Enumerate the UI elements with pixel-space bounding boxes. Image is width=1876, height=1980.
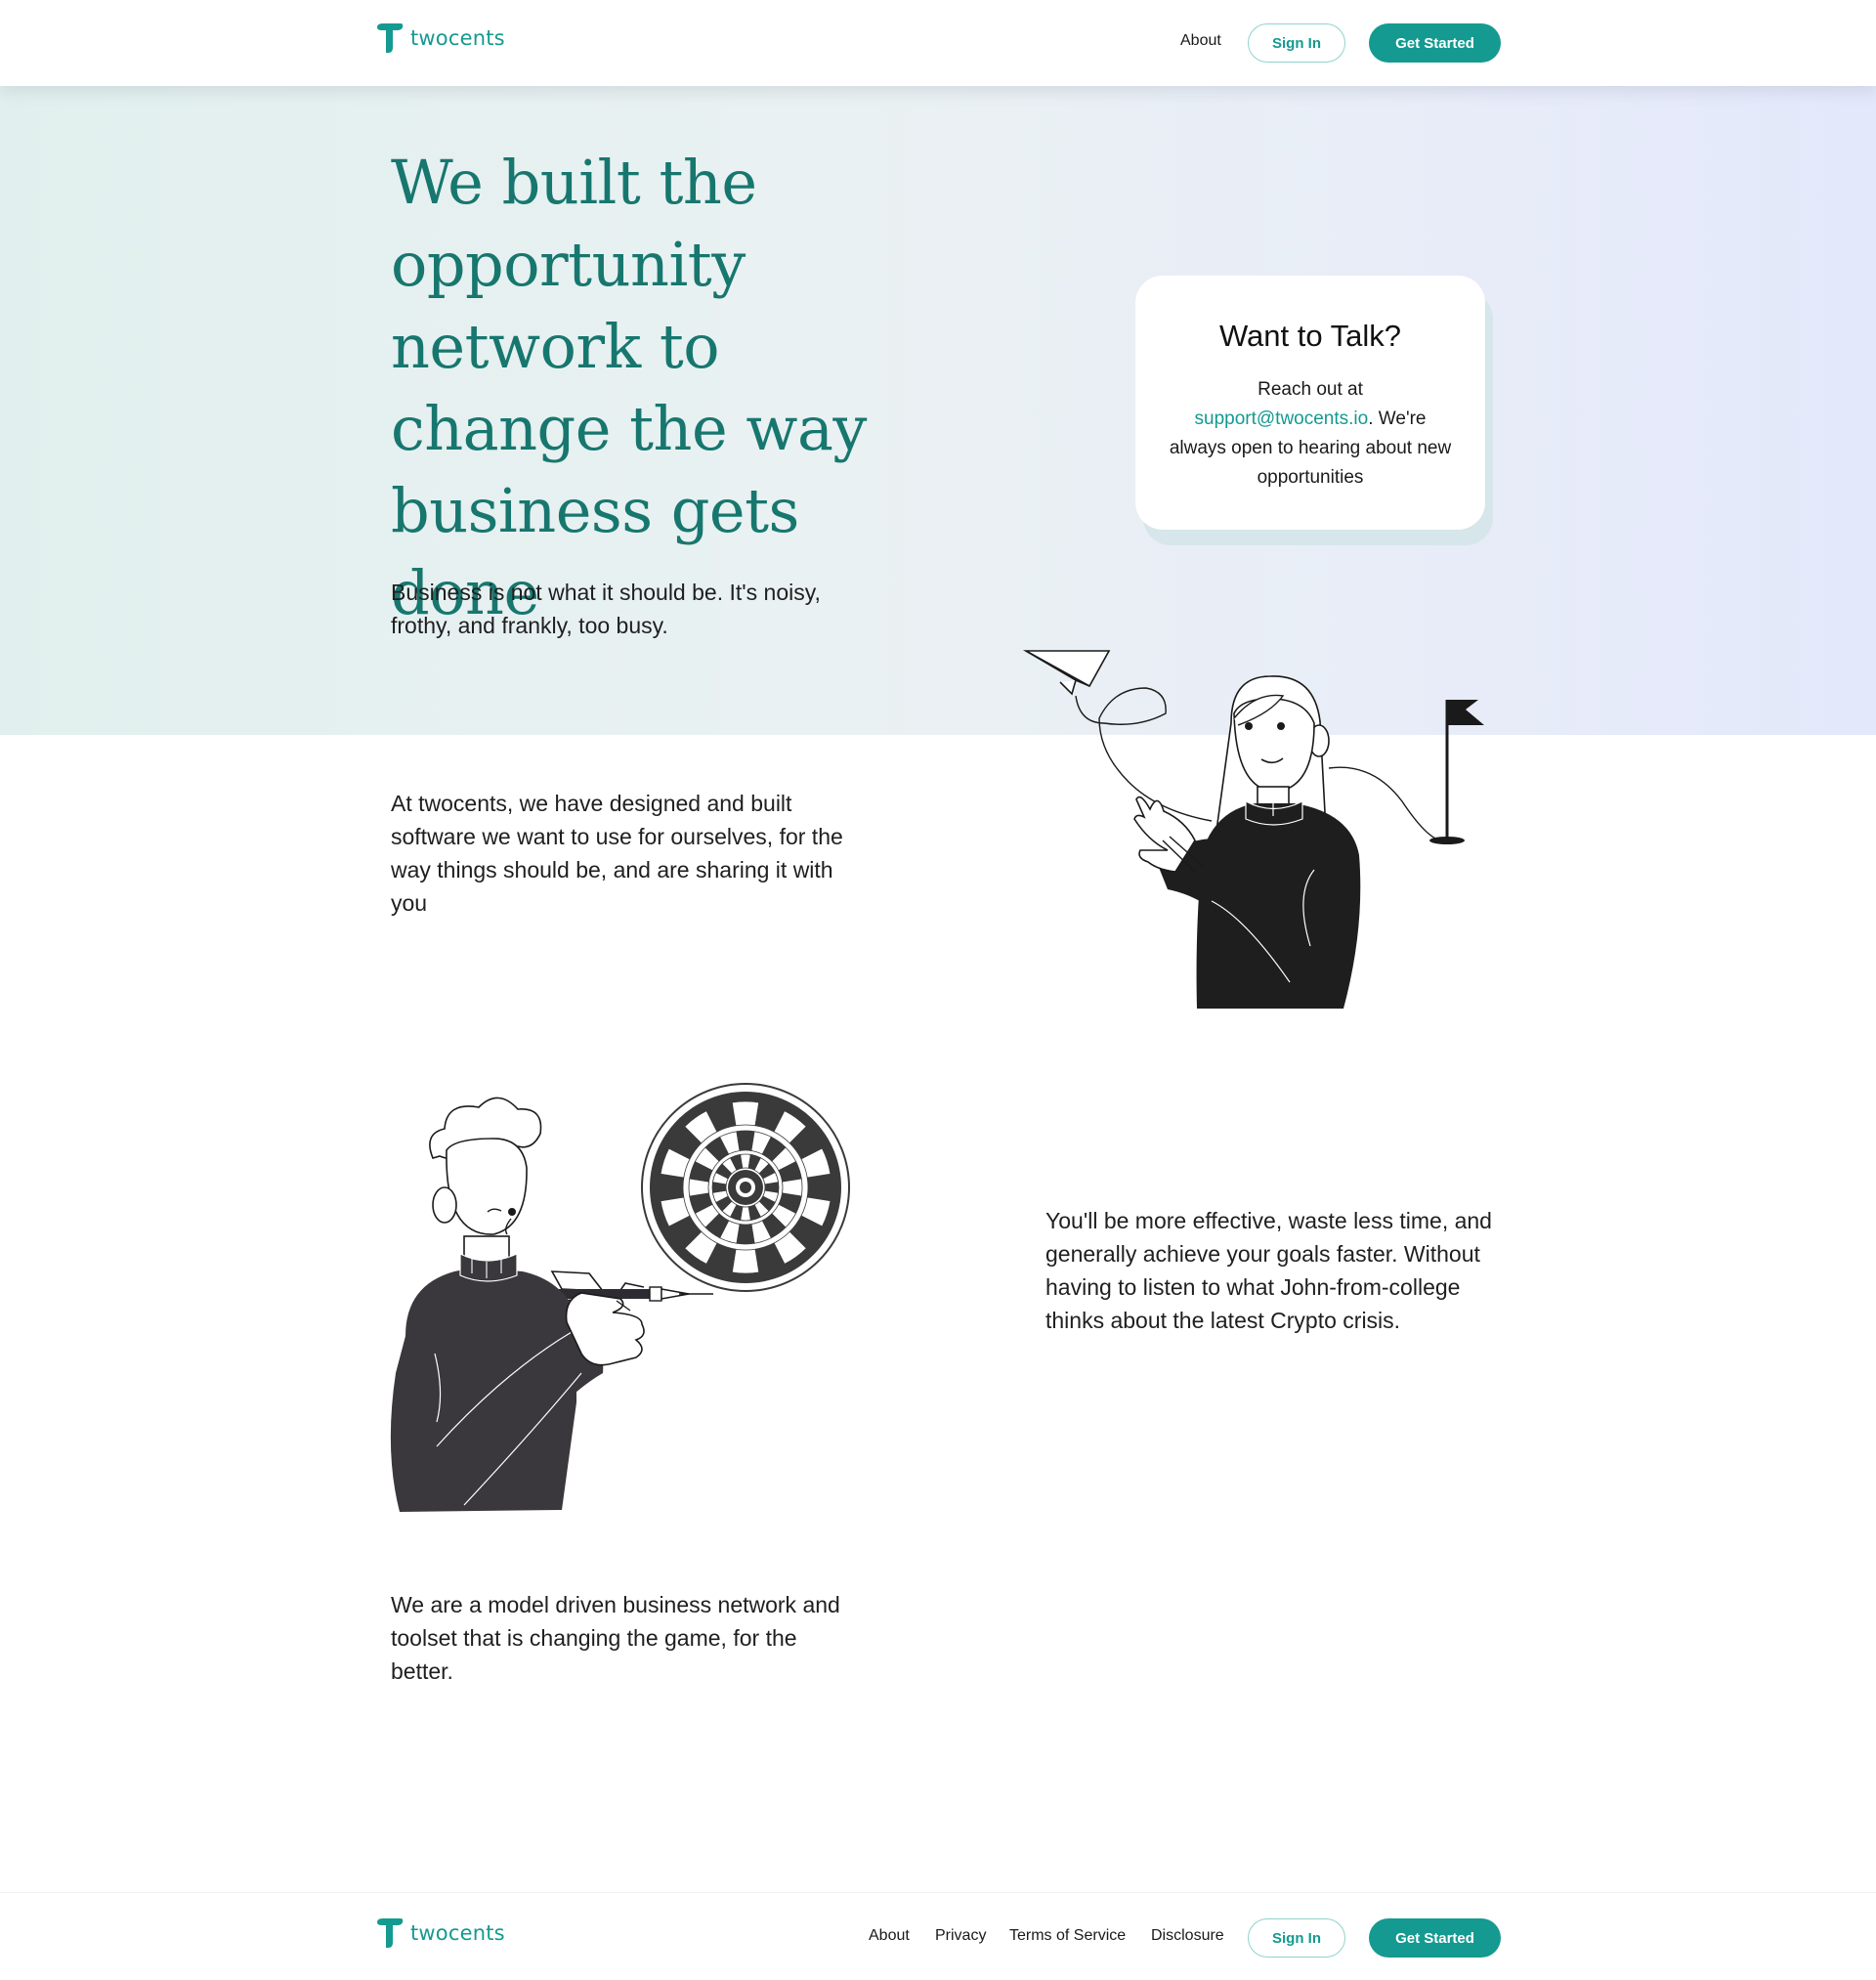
contact-card-body: Reach out at support@twocents.io. We're … (1169, 375, 1452, 493)
site-header: twocents About Sign In Get Started (0, 0, 1876, 86)
footer-logo[interactable]: twocents (375, 1916, 505, 1950)
logo-text: twocents (410, 26, 505, 50)
footer-about-link[interactable]: About (869, 1927, 910, 1945)
footer-privacy-link[interactable]: Privacy (935, 1927, 986, 1945)
twocents-logo-icon (377, 1918, 404, 1948)
dartboard-segment (806, 1173, 832, 1202)
contact-card-title: Want to Talk? (1218, 319, 1402, 353)
hero-subtitle: Business is not what it should be. It's … (391, 580, 821, 638)
footer-sign-in-button[interactable]: Sign In (1248, 1918, 1345, 1958)
hero-title: We built the opportunity network to chan… (391, 147, 867, 628)
man-dart-illustration (390, 1083, 850, 1512)
hero-section (0, 86, 1876, 735)
nav-about-link[interactable]: About (1180, 32, 1221, 50)
twocents-logo-icon (377, 23, 404, 53)
woman-paper-plane-illustration (1022, 650, 1484, 1009)
site-footer: twocents About Privacy Terms of Service … (0, 1892, 1876, 1980)
dartboard-segment (659, 1173, 685, 1202)
footer-get-started-button[interactable]: Get Started (1369, 1918, 1501, 1958)
logo[interactable]: twocents (375, 22, 505, 55)
sign-in-button[interactable]: Sign In (1248, 23, 1345, 63)
section-effective-text: You'll be more effective, waste less tim… (1045, 1208, 1492, 1333)
dartboard-segment (731, 1100, 760, 1127)
section-built-text: At twocents, we have designed and built … (391, 791, 843, 916)
footer-terms-link[interactable]: Terms of Service (1009, 1927, 1126, 1945)
contact-card-prefix: Reach out at (1258, 379, 1363, 400)
contact-card: Want to Talk? Reach out at support@twoce… (1135, 276, 1485, 530)
support-email-link[interactable]: support@twocents.io (1195, 409, 1369, 429)
section-model-text: We are a model driven business network a… (391, 1592, 840, 1684)
get-started-button[interactable]: Get Started (1369, 23, 1501, 63)
dartboard-segment (731, 1248, 760, 1274)
footer-disclosure-link[interactable]: Disclosure (1151, 1927, 1224, 1945)
footer-logo-text: twocents (410, 1921, 505, 1945)
